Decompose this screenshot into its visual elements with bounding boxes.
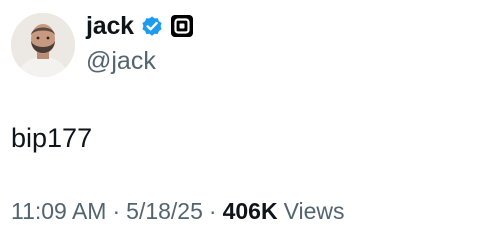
meta-separator: · bbox=[208, 198, 217, 224]
author-name-row: jack bbox=[86, 10, 194, 42]
avatar-image bbox=[11, 13, 75, 77]
tweet-text: bip177 bbox=[11, 123, 93, 153]
verified-badge-icon[interactable] bbox=[140, 14, 164, 38]
tweet-card: jack @jack bip177 11:09 AM · 5/18/25 · 4… bbox=[0, 0, 500, 250]
meta-separator: · bbox=[112, 198, 121, 224]
tweet-time[interactable]: 11:09 AM bbox=[11, 196, 106, 226]
avatar[interactable] bbox=[11, 13, 75, 77]
views-count[interactable]: 406K bbox=[223, 196, 278, 226]
tweet-meta: 11:09 AM · 5/18/25 · 406K Views bbox=[11, 196, 345, 226]
author-handle[interactable]: @jack bbox=[86, 45, 156, 77]
views-label[interactable]: Views bbox=[284, 196, 345, 226]
author-display-name[interactable]: jack bbox=[86, 10, 134, 42]
square-logo-icon[interactable] bbox=[170, 14, 194, 38]
tweet-date[interactable]: 5/18/25 bbox=[126, 196, 203, 226]
